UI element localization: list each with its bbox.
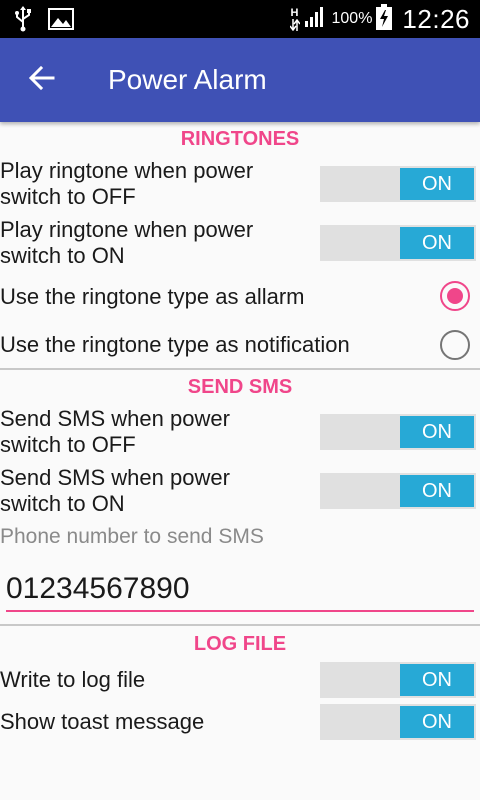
write-log-toggle-thumb: ON [400, 664, 474, 696]
send-sms-on-label: Send SMS when power switch to ON [0, 465, 230, 517]
send-sms-off-toggle-thumb: ON [400, 416, 474, 448]
send-sms-on-label-line2: switch to ON [0, 491, 125, 516]
log-section-header: LOG FILE [193, 633, 287, 655]
ringtone-type-alarm-label: Use the ringtone type as allarm [0, 284, 305, 309]
play-ringtone-on-label-line1: Play ringtone when power [0, 217, 254, 242]
play-ringtone-on-toggle-thumb: ON [400, 227, 474, 259]
phone-number-input[interactable] [6, 568, 474, 612]
play-ringtone-on-label-line2: switch to ON [0, 243, 125, 268]
send-sms-on-toggle[interactable]: ON [320, 473, 476, 509]
ringtone-type-notification-label: Use the ringtone type as notification [0, 332, 350, 357]
network-type-icon: H [289, 6, 300, 31]
image-icon [48, 8, 74, 35]
battery-charging-icon [376, 3, 393, 35]
play-ringtone-off-toggle[interactable]: ON [320, 166, 476, 202]
usb-icon [14, 6, 32, 37]
app-bar: Power Alarm [0, 38, 480, 122]
page-title: Power Alarm [108, 64, 267, 95]
show-toast-toggle-thumb: ON [400, 706, 474, 738]
ringtone-type-alarm-radio[interactable] [440, 281, 470, 311]
status-system: H 100% 12:26 [289, 3, 471, 35]
write-log-toggle[interactable]: ON [320, 662, 476, 698]
write-log-label: Write to log file [0, 667, 146, 692]
play-ringtone-off-label-line2: switch to OFF [0, 184, 136, 209]
status-notifications [14, 6, 74, 37]
status-bar: H 100% 12:26 [0, 0, 480, 38]
send-sms-on-label-line1: Send SMS when power [0, 465, 230, 490]
ringtone-type-notification-radio[interactable] [440, 330, 470, 360]
show-toast-toggle[interactable]: ON [320, 704, 476, 740]
show-toast-label: Show toast message [0, 709, 205, 734]
phone-number-label: Phone number to send SMS [0, 525, 264, 548]
section-divider [0, 368, 480, 370]
arrow-back-icon [28, 65, 55, 96]
section-divider [0, 624, 480, 626]
signal-icon [304, 6, 326, 33]
play-ringtone-on-label: Play ringtone when power switch to ON [0, 217, 253, 269]
send-sms-off-label: Send SMS when power switch to OFF [0, 406, 230, 458]
play-ringtone-off-label-line1: Play ringtone when power [0, 158, 254, 183]
status-time: 12:26 [402, 3, 470, 34]
play-ringtone-off-toggle-thumb: ON [400, 168, 474, 200]
send-sms-off-label-line2: switch to OFF [0, 432, 136, 457]
send-sms-on-toggle-thumb: ON [400, 475, 474, 507]
sms-section-header: SEND SMS [187, 376, 293, 398]
play-ringtone-off-label: Play ringtone when power switch to OFF [0, 158, 253, 210]
play-ringtone-on-toggle[interactable]: ON [320, 225, 476, 261]
ringtones-section-header: RINGTONES [180, 128, 300, 150]
back-button[interactable] [22, 60, 62, 100]
send-sms-off-toggle[interactable]: ON [320, 414, 476, 450]
send-sms-off-label-line1: Send SMS when power [0, 406, 230, 431]
battery-percentage: 100% [331, 10, 373, 27]
network-type-label: H [290, 6, 299, 19]
